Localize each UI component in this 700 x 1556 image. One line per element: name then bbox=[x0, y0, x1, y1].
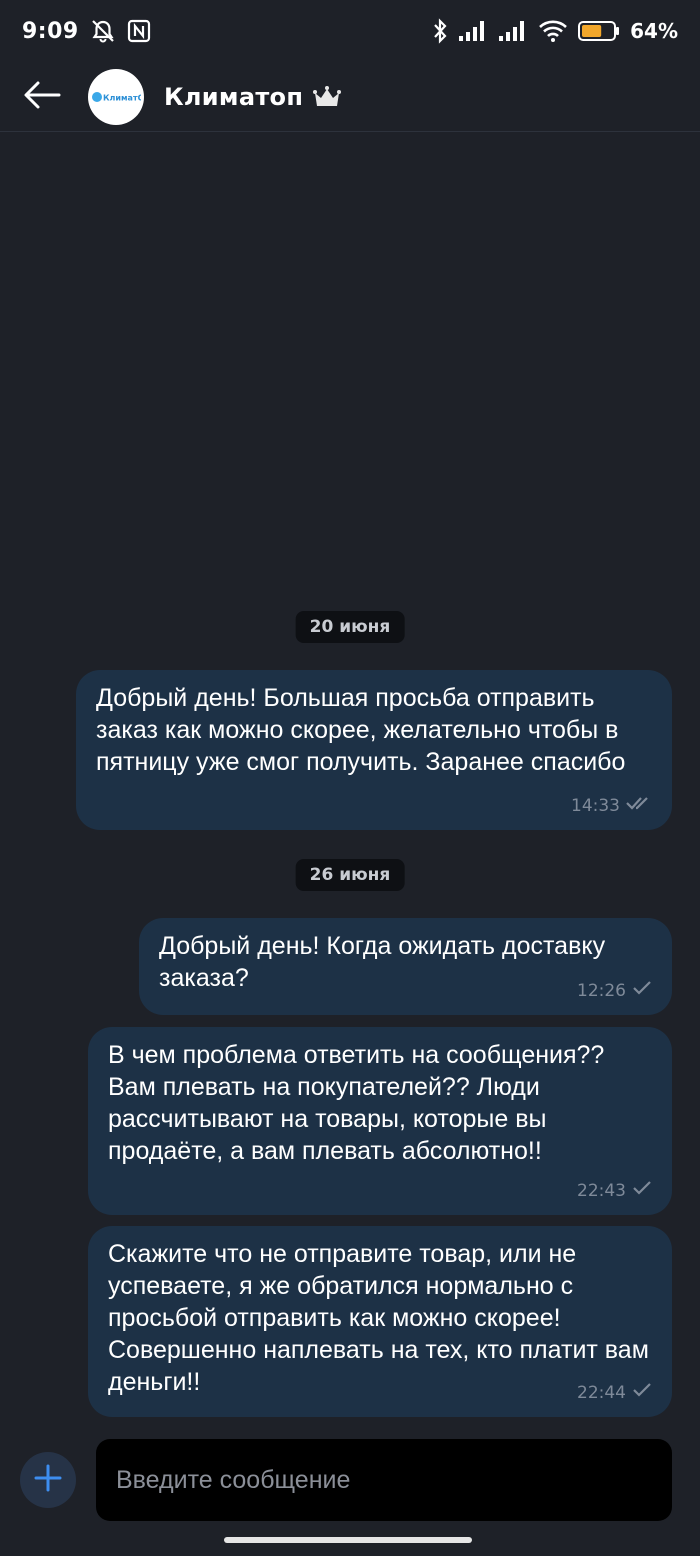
wifi-icon bbox=[538, 19, 568, 43]
date-divider: 26 июня bbox=[295, 859, 405, 891]
message-text: В чем проблема ответить на сообщения?? В… bbox=[108, 1041, 605, 1165]
message-bubble[interactable]: В чем проблема ответить на сообщения?? В… bbox=[88, 1027, 672, 1215]
message-bubble[interactable]: Добрый день! Когда ожидать доставку зака… bbox=[139, 918, 672, 1015]
home-indicator[interactable] bbox=[224, 1537, 472, 1543]
check-icon bbox=[632, 1382, 652, 1403]
message-time: 22:43 bbox=[577, 1180, 626, 1201]
message-time: 12:26 bbox=[577, 980, 626, 1001]
message-text: Добрый день! Большая просьба отправить з… bbox=[96, 684, 626, 776]
battery-percent: 64% bbox=[630, 19, 678, 43]
status-time: 9:09 bbox=[22, 18, 79, 44]
bluetooth-icon bbox=[432, 18, 448, 44]
check-icon bbox=[632, 980, 652, 1001]
message-meta: 12:26 bbox=[577, 980, 652, 1001]
message-time: 14:33 bbox=[571, 795, 620, 816]
chat-title[interactable]: Климатоп bbox=[164, 83, 303, 111]
message-meta: 22:43 bbox=[577, 1180, 652, 1201]
status-left: 9:09 bbox=[22, 18, 151, 44]
message-bubble[interactable]: Скажите что не отправите товар, или не у… bbox=[88, 1226, 672, 1417]
signal-icon bbox=[498, 20, 528, 42]
double-check-icon bbox=[626, 795, 652, 816]
logo-icon: КлиматОК bbox=[92, 91, 141, 102]
message-meta: 22:44 bbox=[577, 1382, 652, 1403]
signal-icon bbox=[458, 20, 488, 42]
chat-header: КлиматОК Климатоп bbox=[0, 62, 700, 132]
plus-icon bbox=[34, 1464, 62, 1496]
message-bubble[interactable]: Добрый день! Большая просьба отправить з… bbox=[76, 670, 672, 830]
message-time: 22:44 bbox=[577, 1382, 626, 1403]
arrow-left-icon bbox=[23, 80, 61, 114]
nfc-icon bbox=[127, 19, 151, 43]
message-text: Скажите что не отправите товар, или не у… bbox=[108, 1240, 649, 1396]
message-meta: 14:33 bbox=[571, 795, 652, 816]
battery-icon bbox=[578, 20, 620, 42]
attach-button[interactable] bbox=[20, 1452, 76, 1508]
crown-icon bbox=[313, 85, 342, 109]
back-button[interactable] bbox=[20, 75, 64, 119]
avatar-logo-text: КлиматОК bbox=[103, 93, 141, 102]
status-right: 64% bbox=[432, 18, 678, 44]
status-bar: 9:09 64% bbox=[0, 0, 700, 62]
message-input[interactable]: Введите сообщение bbox=[96, 1439, 672, 1521]
message-input-placeholder: Введите сообщение bbox=[116, 1465, 351, 1494]
chat-screen: 9:09 64% КлиматО Климатоп 20 июня Добрый… bbox=[0, 0, 700, 1556]
alarm-off-icon bbox=[89, 18, 117, 44]
date-divider: 20 июня bbox=[295, 611, 405, 643]
check-icon bbox=[632, 1180, 652, 1201]
avatar[interactable]: КлиматОК bbox=[88, 68, 144, 125]
